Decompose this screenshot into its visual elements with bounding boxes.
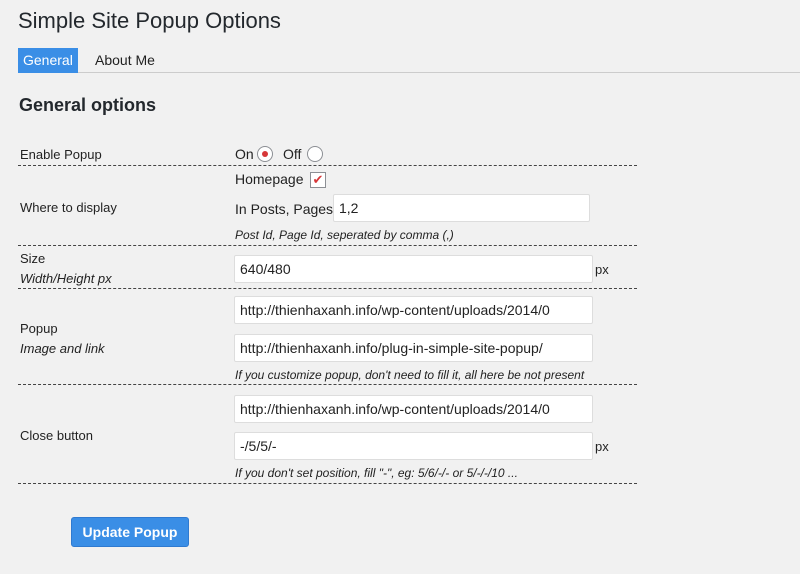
update-popup-button[interactable]: Update Popup xyxy=(71,517,189,547)
enable-popup-label: Enable Popup xyxy=(20,147,102,162)
close-position-input[interactable]: -/5/5/- xyxy=(234,432,593,460)
close-position-unit: px xyxy=(595,439,609,454)
row-divider xyxy=(18,165,637,166)
close-image-input[interactable]: http://thienhaxanh.info/wp-content/uploa… xyxy=(234,395,593,423)
section-title: General options xyxy=(19,95,157,115)
popup-sublabel: Image and link xyxy=(20,341,105,356)
row-divider xyxy=(18,245,637,246)
popup-image-input[interactable]: http://thienhaxanh.info/wp-content/uploa… xyxy=(234,296,593,324)
off-radio-label: Off xyxy=(283,146,302,162)
posts-pages-note: Post Id, Page Id, seperated by comma (,) xyxy=(235,228,454,242)
popup-label: Popup xyxy=(20,321,58,336)
size-unit: px xyxy=(595,262,609,277)
posts-pages-label: In Posts, Pages xyxy=(235,201,334,217)
where-to-display-label: Where to display xyxy=(20,200,117,215)
posts-pages-input[interactable]: 1,2 xyxy=(333,194,590,222)
row-divider xyxy=(18,384,637,385)
size-input[interactable]: 640/480 xyxy=(234,255,593,283)
tab-about-me[interactable]: About Me xyxy=(90,48,160,73)
homepage-checkbox[interactable]: ✔ xyxy=(310,172,326,188)
row-divider xyxy=(18,288,637,289)
popup-note: If you customize popup, don't need to fi… xyxy=(235,368,585,382)
close-button-label: Close button xyxy=(20,428,93,443)
popup-link-input[interactable]: http://thienhaxanh.info/plug-in-simple-s… xyxy=(234,334,593,362)
homepage-label: Homepage xyxy=(235,171,304,187)
tab-bar: General About Me xyxy=(18,48,800,73)
size-sublabel: Width/Height px xyxy=(20,271,112,286)
size-label: Size xyxy=(20,251,46,266)
off-radio[interactable] xyxy=(307,146,323,162)
close-position-note: If you don't set position, fill "-", eg:… xyxy=(235,466,518,480)
row-divider xyxy=(18,483,637,484)
page-title: Simple Site Popup Options xyxy=(18,8,281,33)
on-radio-label: On xyxy=(235,146,254,162)
on-radio[interactable] xyxy=(257,146,273,162)
tab-general[interactable]: General xyxy=(18,48,78,73)
